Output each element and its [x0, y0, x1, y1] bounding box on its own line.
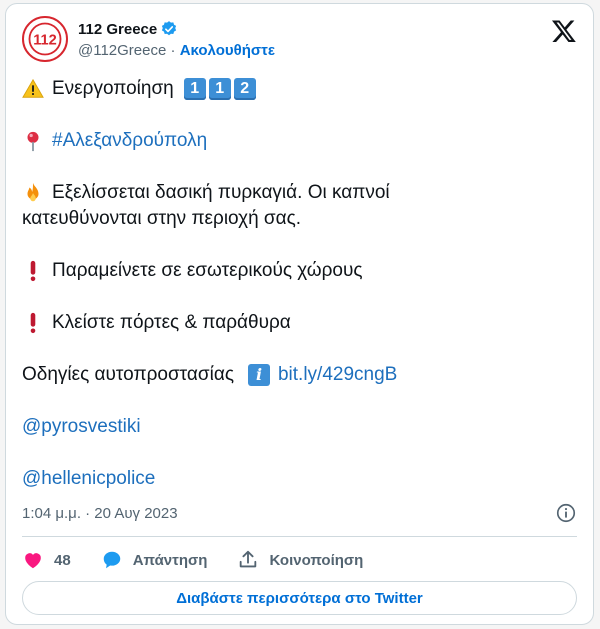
- like-button[interactable]: 48: [22, 549, 71, 571]
- mention-hellenicpolice[interactable]: @hellenicpolice: [22, 466, 155, 492]
- handle[interactable]: @112Greece: [78, 42, 166, 59]
- close-doors-text: Κλείστε πόρτες & παράθυρα: [52, 312, 291, 333]
- svg-text:112: 112: [33, 32, 57, 48]
- x-logo-icon[interactable]: [551, 18, 577, 44]
- stay-indoors-line: Παραμείνετε σε εσωτερικούς χώρους: [22, 258, 577, 284]
- avatar[interactable]: 112: [22, 16, 68, 62]
- reply-label: Απάντηση: [132, 551, 208, 569]
- keycap-1: 1: [183, 78, 206, 100]
- verified-badge-icon: [162, 21, 177, 36]
- location-hashtag-link[interactable]: #Αλεξανδρούπολη: [52, 128, 207, 154]
- location-line: #Αλεξανδρούπολη: [22, 128, 577, 154]
- round-pushpin-icon: [27, 131, 39, 152]
- separator: ·: [166, 42, 180, 59]
- stay-indoors-text: Παραμείνετε σε εσωτερικούς χώρους: [52, 260, 363, 281]
- heart-icon: [25, 553, 41, 569]
- action-bar: 48 Απάντηση Κοινοποίηση: [22, 547, 393, 573]
- timestamp[interactable]: 1:04 μ.μ. · 20 Αυγ 2023: [22, 505, 178, 522]
- mention-pyrosvestiki[interactable]: @pyrosvestiki: [22, 414, 141, 440]
- information-icon: i: [247, 364, 270, 386]
- warning-icon: [22, 78, 44, 98]
- share-label: Κοινοποίηση: [269, 551, 364, 569]
- keycap-2: 2: [233, 78, 256, 100]
- exclamation-icon: [30, 312, 36, 334]
- read-more-button[interactable]: Διαβάστε περισσότερα στο Twitter: [22, 581, 577, 615]
- self-protection-text: Οδηγίες αυτοπροστασίας: [22, 364, 234, 385]
- keycap-1: 1: [208, 78, 231, 100]
- mention-line-1: @pyrosvestiki: [22, 414, 577, 440]
- close-doors-line: Κλείστε πόρτες & παράθυρα: [22, 310, 577, 336]
- fire-line-1: Εξελίσσεται δασική πυρκαγιά. Οι καπνοί: [22, 180, 577, 206]
- mention-line-2: @hellenicpolice: [22, 466, 577, 492]
- tweet-header: 112 112 Greece @112Greece · Ακολουθήστε: [22, 16, 577, 66]
- tweet-card: 112 112 Greece @112Greece · Ακολουθήστε: [5, 3, 594, 625]
- reply-bubble-icon: [103, 551, 120, 569]
- tweet-text: Ενεργοποίηση 1 1 2 #Αλεξανδρούπολη Εξελί…: [22, 76, 577, 492]
- fire-line-2: κατευθύνονται στην περιοχή σας.: [22, 206, 577, 232]
- activation-line: Ενεργοποίηση 1 1 2: [22, 76, 577, 102]
- fire-text-1: Εξελίσσεται δασική πυρκαγιά. Οι καπνοί: [52, 182, 390, 203]
- activation-text: Ενεργοποίηση: [52, 78, 174, 99]
- share-button[interactable]: Κοινοποίηση: [237, 549, 363, 571]
- likes-count: 48: [54, 551, 71, 569]
- info-icon[interactable]: [555, 502, 577, 524]
- self-protection-line: Οδηγίες αυτοπροστασίας i bit.ly/429cngB: [22, 362, 577, 388]
- reply-button[interactable]: Απάντηση: [101, 549, 208, 571]
- divider: [22, 536, 577, 537]
- exclamation-icon: [30, 260, 36, 282]
- fire-icon: [27, 182, 39, 202]
- share-upload-icon: [240, 550, 257, 568]
- timestamp-row: 1:04 μ.μ. · 20 Αυγ 2023: [22, 502, 577, 526]
- bitly-link[interactable]: bit.ly/429cngB: [278, 362, 397, 388]
- account-names: 112 Greece @112Greece · Ακολουθήστε: [78, 19, 275, 60]
- fire-text-2: κατευθύνονται στην περιοχή σας.: [22, 208, 302, 229]
- avatar-112-logo-icon: 112: [25, 19, 65, 59]
- display-name[interactable]: 112 Greece: [78, 21, 157, 38]
- follow-button[interactable]: Ακολουθήστε: [180, 42, 275, 59]
